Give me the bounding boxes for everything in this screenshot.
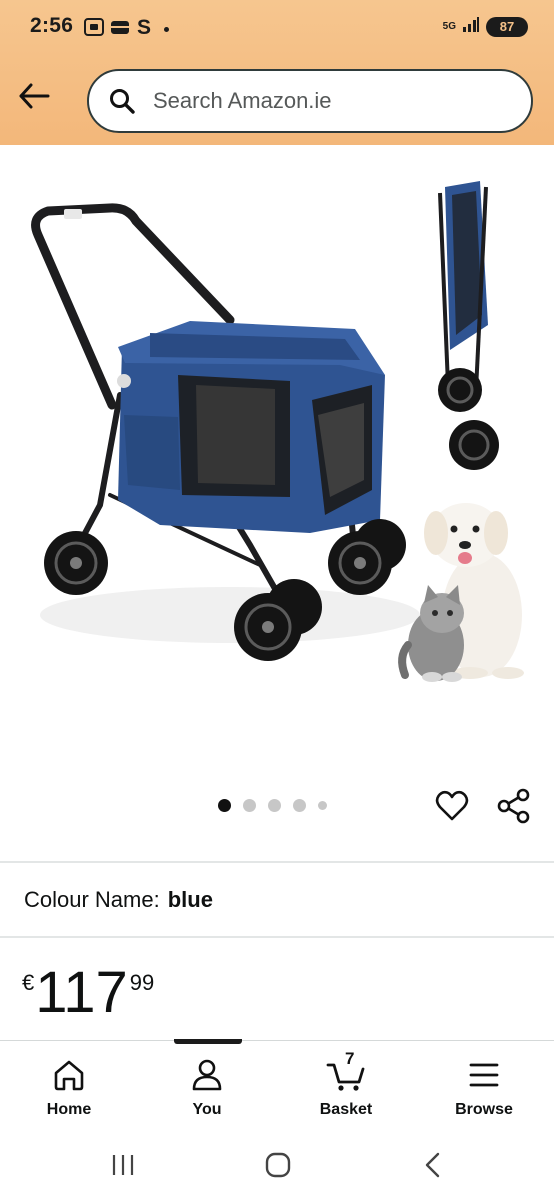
search-input[interactable] [151, 87, 515, 115]
status-time: 2:56 [30, 14, 74, 37]
back-arrow-icon [19, 83, 50, 109]
home-circle-icon [265, 1152, 291, 1178]
share-button[interactable] [494, 786, 534, 826]
nav-browse[interactable]: Browse [434, 1055, 534, 1119]
product-image-gallery[interactable] [0, 145, 554, 770]
nav-basket[interactable]: 7 Basket [296, 1049, 396, 1119]
search-bar[interactable] [87, 69, 533, 133]
screenshot-icon [83, 17, 105, 42]
back-button[interactable] [14, 76, 54, 116]
nav-home[interactable]: Home [19, 1055, 119, 1119]
network-label: 5G [442, 20, 456, 32]
colour-selector[interactable]: Colour Name: blue [24, 887, 213, 913]
price-fraction: 99 [129, 970, 155, 995]
colour-value: blue [167, 887, 213, 912]
colour-label: Colour Name: [24, 887, 160, 912]
system-back-button[interactable] [413, 1147, 453, 1183]
system-navigation-bar [0, 1130, 554, 1200]
home-icon [49, 1055, 89, 1095]
battery-level: 87 [499, 19, 515, 34]
top-bar: 2:56 S 5G 87 Search Amazon.ie [0, 0, 554, 145]
status-bar: 2:56 S 5G 87 [0, 0, 554, 56]
image-pagination[interactable] [218, 799, 327, 812]
bottom-navigation: Home You 7 Basket Browse [0, 1039, 554, 1131]
menu-icon [464, 1055, 504, 1095]
recent-apps-button[interactable] [103, 1147, 143, 1183]
search-header [0, 56, 554, 145]
nav-home-label: Home [46, 1101, 92, 1118]
divider [0, 861, 554, 863]
nav-basket-label: Basket [319, 1101, 373, 1118]
divider [0, 936, 554, 938]
price-whole: 117 [35, 960, 128, 1025]
heart-icon [435, 790, 469, 821]
app-notification-s: S [137, 16, 152, 39]
wallet-icon [110, 18, 130, 41]
page-dot-active[interactable] [218, 799, 231, 812]
product-image [31, 181, 524, 682]
chevron-left-icon [425, 1152, 440, 1178]
active-tab-indicator [174, 1039, 242, 1044]
home-system-button[interactable] [258, 1147, 298, 1183]
wishlist-button[interactable] [432, 786, 472, 826]
page-dot[interactable] [243, 799, 256, 812]
price-currency: € [22, 970, 35, 995]
share-icon [497, 788, 530, 824]
status-notification-icons: S [83, 16, 170, 42]
price: € 117 99 [22, 962, 154, 1024]
recent-apps-icon [112, 1155, 134, 1175]
basket-count: 7 [345, 1049, 355, 1068]
nav-you[interactable]: You [157, 1055, 257, 1119]
nav-you-label: You [192, 1101, 222, 1118]
person-icon [187, 1055, 227, 1095]
search-icon [107, 86, 137, 116]
basket-icon: 7 [326, 1049, 366, 1095]
status-system-icons: 5G 87 [443, 16, 528, 37]
page-dot[interactable] [268, 799, 281, 812]
nav-browse-label: Browse [455, 1101, 513, 1118]
page-dot[interactable] [318, 801, 327, 810]
more-notifications-dot [164, 27, 170, 32]
signal-icon [462, 16, 480, 37]
page-dot[interactable] [293, 799, 306, 812]
battery-icon: 87 [486, 16, 528, 37]
